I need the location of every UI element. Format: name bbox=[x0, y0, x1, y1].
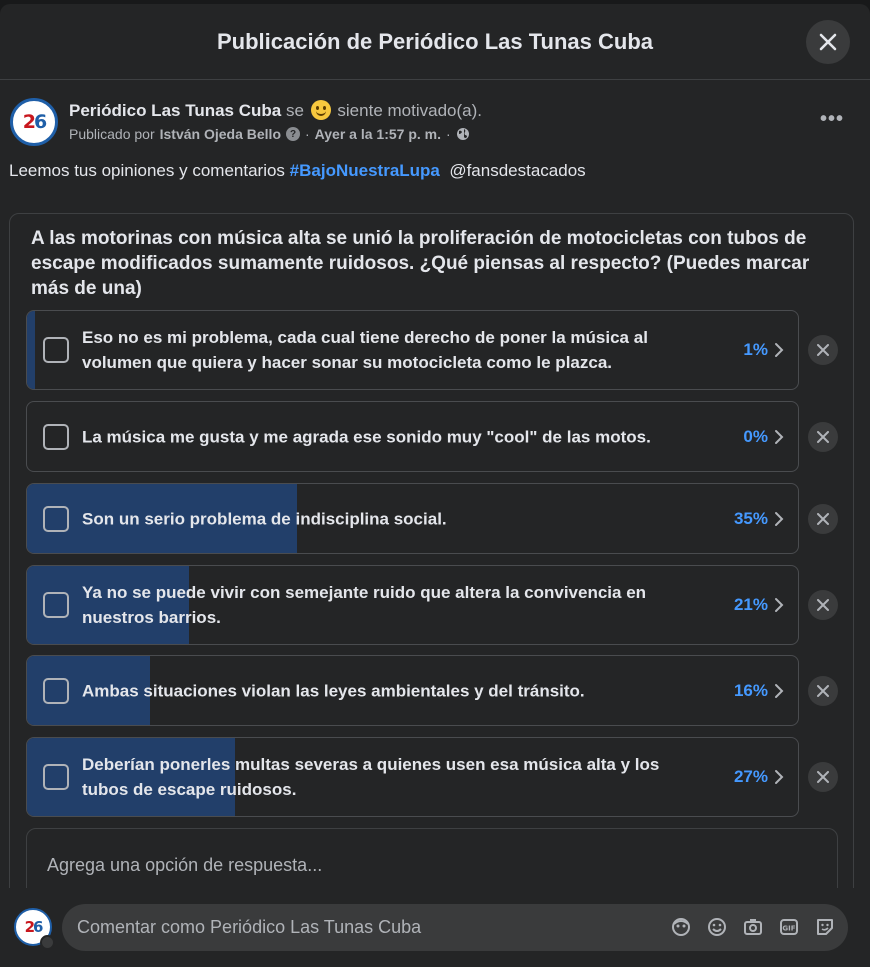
option-percent[interactable]: 1% bbox=[743, 340, 768, 360]
mention-text: @fansdestacados bbox=[449, 161, 586, 180]
option-label: Ambas situaciones violan las leyes ambie… bbox=[82, 681, 585, 700]
option-label: Deberían ponerles multas severas a quien… bbox=[82, 755, 660, 799]
option-percent[interactable]: 0% bbox=[743, 427, 768, 447]
comment-input[interactable]: Comentar como Periódico Las Tunas Cuba G… bbox=[62, 904, 848, 951]
published-by-label: Publicado por bbox=[69, 126, 155, 142]
more-options-icon[interactable]: ••• bbox=[820, 108, 844, 131]
close-icon bbox=[819, 33, 837, 51]
option-label: Ya no se puede vivir con semejante ruido… bbox=[82, 583, 647, 627]
close-icon bbox=[817, 344, 829, 356]
option-checkbox[interactable] bbox=[43, 677, 69, 704]
close-icon bbox=[817, 599, 829, 611]
gif-icon[interactable]: GIF bbox=[778, 916, 800, 938]
close-button[interactable] bbox=[806, 20, 850, 64]
close-icon bbox=[817, 431, 829, 443]
close-icon bbox=[817, 685, 829, 697]
option-checkbox[interactable] bbox=[43, 505, 69, 532]
chevron-right-icon[interactable] bbox=[774, 769, 784, 785]
option-percent[interactable]: 27% bbox=[734, 767, 768, 787]
remove-option-button[interactable] bbox=[808, 504, 838, 534]
poll-option[interactable]: Eso no es mi problema, cada cual tiene d… bbox=[26, 310, 799, 390]
globe-icon[interactable] bbox=[456, 127, 470, 141]
remove-option-button[interactable] bbox=[808, 676, 838, 706]
option-result-bar bbox=[27, 311, 35, 389]
chevron-right-icon[interactable] bbox=[774, 342, 784, 358]
avatar-logo: 26 bbox=[22, 111, 48, 133]
author-name[interactable]: Periódico Las Tunas Cuba bbox=[69, 101, 281, 120]
poll-option[interactable]: Deberían ponerles multas severas a quien… bbox=[26, 737, 799, 817]
svg-text:GIF: GIF bbox=[782, 925, 795, 933]
help-icon[interactable]: ? bbox=[286, 127, 300, 141]
meta-separator-2: · bbox=[446, 126, 451, 142]
poll-option[interactable]: Son un serio problema de indisciplina so… bbox=[26, 483, 799, 554]
option-percent[interactable]: 16% bbox=[734, 681, 768, 701]
option-checkbox[interactable] bbox=[43, 337, 69, 363]
post-meta: Publicado por István Ojeda Bello ? · Aye… bbox=[69, 126, 470, 142]
meta-separator: · bbox=[305, 126, 310, 142]
option-percent[interactable]: 35% bbox=[734, 509, 768, 529]
poll-option[interactable]: La música me gusta y me agrada ese sonid… bbox=[26, 401, 799, 472]
poll: A las motorinas con música alta se unió … bbox=[9, 213, 854, 918]
option-label: La música me gusta y me agrada ese sonid… bbox=[82, 427, 651, 446]
close-icon bbox=[817, 771, 829, 783]
poll-question: A las motorinas con música alta se unió … bbox=[31, 228, 810, 299]
published-by-name[interactable]: István Ojeda Bello bbox=[160, 126, 281, 142]
chevron-right-icon[interactable] bbox=[774, 683, 784, 699]
author-line: Periódico Las Tunas Cuba se siente motiv… bbox=[69, 100, 482, 121]
post-timestamp[interactable]: Ayer a la 1:57 p. m. bbox=[315, 126, 441, 142]
chevron-right-icon[interactable] bbox=[774, 429, 784, 445]
post-text: Leemos tus opiniones y comentarios #Bajo… bbox=[9, 161, 586, 181]
smiling-face-emoji-icon bbox=[310, 100, 331, 120]
option-label: Eso no es mi problema, cada cual tiene d… bbox=[82, 328, 648, 372]
option-label: Son un serio problema de indisciplina so… bbox=[82, 509, 447, 528]
modal-title: Publicación de Periódico Las Tunas Cuba bbox=[216, 28, 653, 54]
sticker-icon[interactable] bbox=[814, 916, 836, 938]
remove-option-button[interactable] bbox=[808, 422, 838, 452]
hashtag-link[interactable]: #BajoNuestraLupa bbox=[290, 161, 440, 180]
add-option-placeholder: Agrega una opción de respuesta... bbox=[47, 855, 323, 875]
chevron-right-icon[interactable] bbox=[774, 597, 784, 613]
chevron-right-icon[interactable] bbox=[774, 511, 784, 527]
comment-placeholder: Comentar como Periódico Las Tunas Cuba bbox=[77, 917, 422, 937]
remove-option-button[interactable] bbox=[808, 335, 838, 365]
comment-bar: 26 Comentar como Periódico Las Tunas Cub… bbox=[0, 888, 870, 967]
poll-option[interactable]: Ya no se puede vivir con semejante ruido… bbox=[26, 565, 799, 645]
avatar-logo: 26 bbox=[24, 918, 44, 936]
option-checkbox[interactable] bbox=[43, 764, 69, 790]
emoji-icon[interactable] bbox=[706, 916, 728, 938]
comment-tools: GIF bbox=[670, 916, 836, 938]
option-checkbox[interactable] bbox=[43, 592, 69, 618]
camera-icon[interactable] bbox=[742, 916, 764, 938]
post-text-body: Leemos tus opiniones y comentarios bbox=[9, 161, 285, 180]
option-percent[interactable]: 21% bbox=[734, 595, 768, 615]
feeling-text: siente motivado(a). bbox=[337, 101, 482, 120]
option-checkbox[interactable] bbox=[43, 423, 69, 450]
page-avatar[interactable]: 26 bbox=[10, 98, 58, 146]
remove-option-button[interactable] bbox=[808, 762, 838, 792]
close-icon bbox=[817, 513, 829, 525]
post-header: 26 Periódico Las Tunas Cuba se siente mo… bbox=[10, 98, 870, 148]
avatar-sticker-icon[interactable] bbox=[670, 916, 692, 938]
poll-option[interactable]: Ambas situaciones violan las leyes ambie… bbox=[26, 655, 799, 726]
post-modal: Publicación de Periódico Las Tunas Cuba … bbox=[0, 4, 870, 967]
remove-option-button[interactable] bbox=[808, 590, 838, 620]
feeling-prefix: se bbox=[285, 101, 304, 120]
chevron-down-icon[interactable] bbox=[40, 935, 55, 950]
modal-header: Publicación de Periódico Las Tunas Cuba bbox=[0, 4, 870, 80]
